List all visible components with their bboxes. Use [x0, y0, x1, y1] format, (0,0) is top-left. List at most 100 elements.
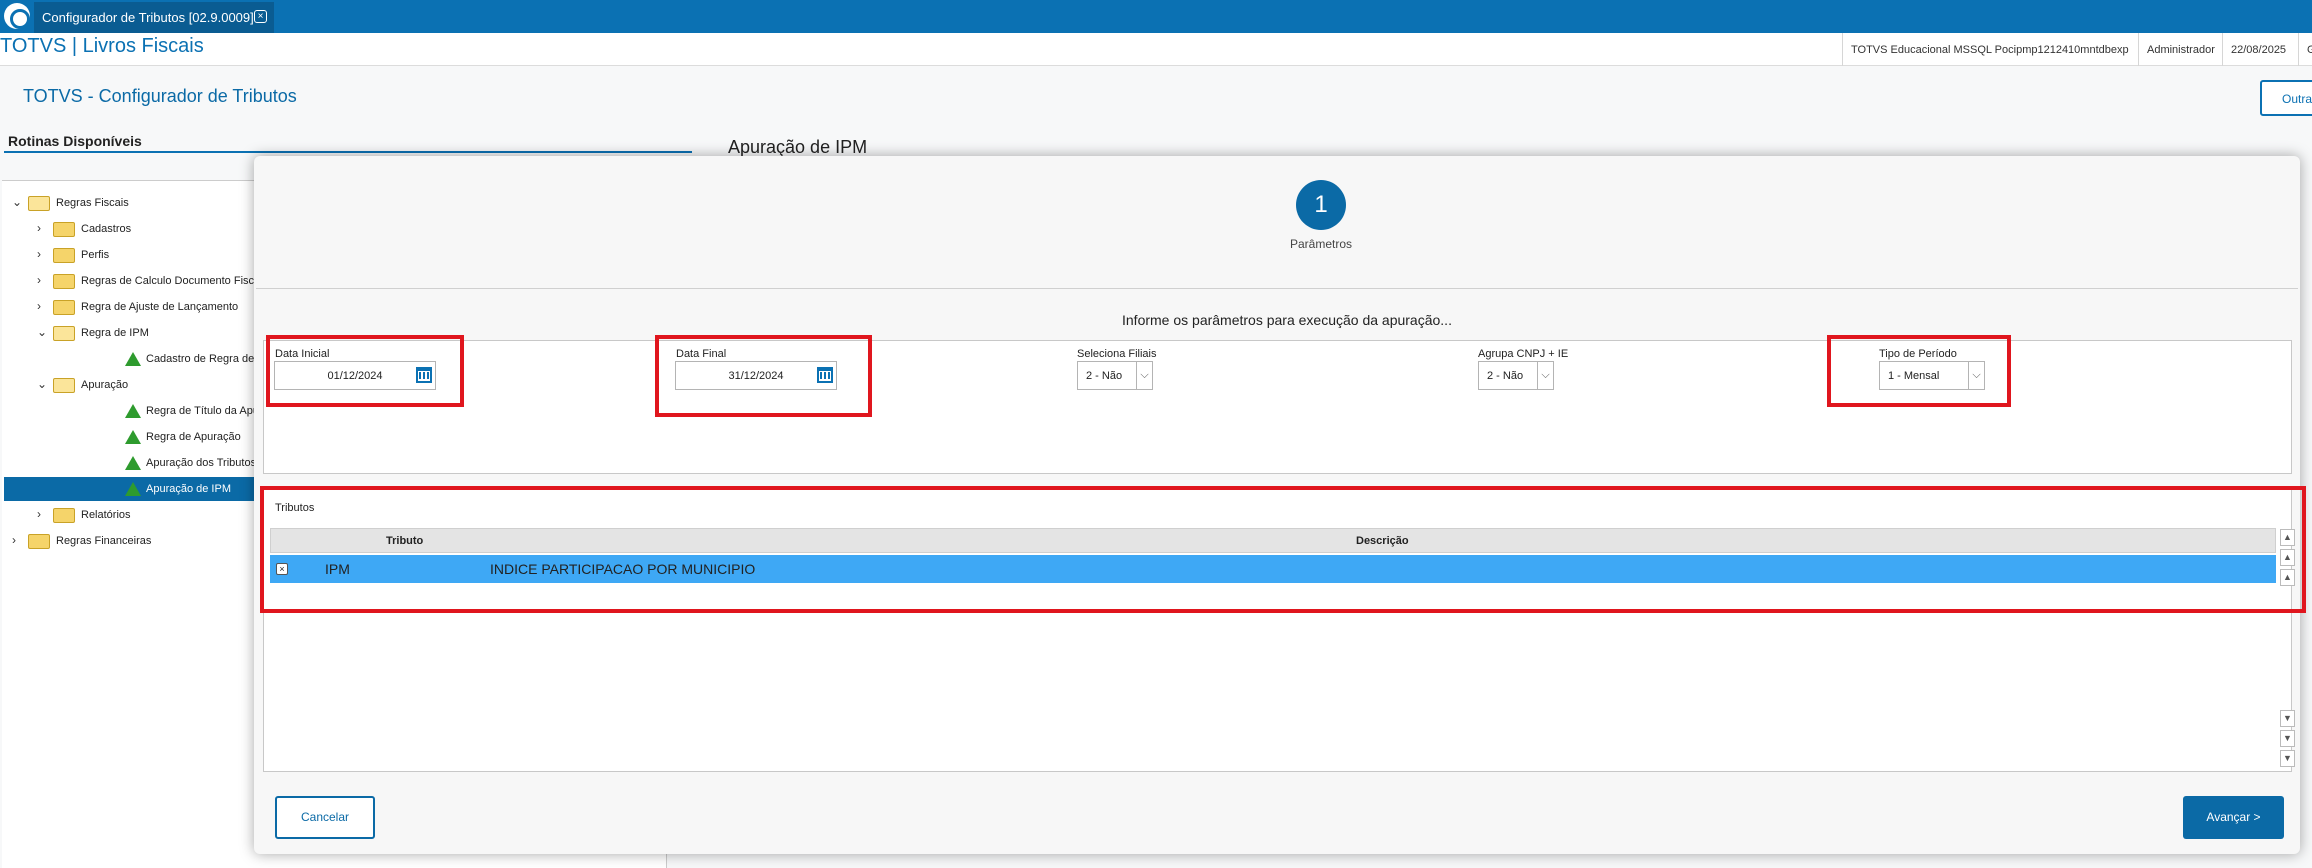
chevron-right-icon[interactable]: ›: [37, 273, 47, 287]
chevron-down-icon[interactable]: ⌄: [37, 325, 47, 339]
column-header-tributo[interactable]: Tributo: [386, 535, 423, 547]
user-info: Administrador: [2138, 33, 2223, 66]
calendar-icon[interactable]: [817, 367, 833, 383]
header-extra: G: [2298, 33, 2312, 66]
tree-item[interactable]: › Regras Financeiras: [0, 529, 254, 553]
data-inicial-field[interactable]: 01/12/2024: [274, 361, 436, 390]
data-final-label: Data Final: [676, 348, 727, 360]
agrupa-cnpj-value: 2 - Não: [1487, 370, 1524, 382]
tree-item[interactable]: › Perfis: [0, 243, 254, 267]
agrupa-cnpj-label: Agrupa CNPJ + IE: [1478, 348, 1569, 360]
page-title: TOTVS - Configurador de Tributos: [23, 86, 297, 106]
wizard-subtitle: Informe os parâmetros para execução da a…: [1122, 312, 1452, 328]
outras-button[interactable]: Outras: [2260, 80, 2312, 116]
tree-item-label: Cadastros: [81, 223, 132, 235]
data-inicial-value: 01/12/2024: [327, 370, 383, 382]
window-tab[interactable]: Configurador de Tributos [02.9.0009] ×: [34, 2, 274, 33]
data-final-field[interactable]: 31/12/2024: [675, 361, 837, 390]
folder-open-icon: [53, 378, 75, 393]
tree-item-label: Regras de Calculo Documento Fiscal: [81, 275, 263, 287]
scroll-top-icon[interactable]: ▲: [2280, 529, 2295, 546]
chevron-down-icon[interactable]: ⌵: [1136, 362, 1152, 389]
seleciona-filiais-value: 2 - Não: [1086, 370, 1123, 382]
folder-open-icon: [53, 326, 75, 341]
totvs-logo-icon[interactable]: [4, 3, 30, 29]
tree-item-label: Regras Financeiras: [56, 535, 152, 547]
folder-open-icon: [28, 196, 50, 211]
chevron-right-icon[interactable]: ›: [37, 299, 47, 313]
tree-item[interactable]: › Regras de Calculo Documento Fiscal: [0, 269, 263, 293]
sidebar-title: Rotinas Disponíveis: [8, 133, 142, 149]
tree-item-label: Perfis: [81, 249, 110, 261]
scroll-page-up-icon[interactable]: ▲: [2280, 569, 2295, 586]
folder-icon: [53, 248, 75, 263]
cancel-button[interactable]: Cancelar: [275, 796, 375, 839]
tree-item-label: Apuração de IPM: [146, 483, 231, 495]
tree-item-label: Relatórios: [81, 509, 131, 521]
tree-item-label: Regra de IPM: [81, 327, 149, 339]
scroll-up-icon[interactable]: ▲: [2280, 549, 2295, 566]
tipo-periodo-value: 1 - Mensal: [1888, 370, 1940, 382]
step-indicator: 1: [1296, 180, 1346, 230]
chevron-right-icon[interactable]: ›: [37, 247, 47, 261]
scroll-bottom-icon[interactable]: ▼: [2280, 750, 2295, 767]
sidebar-title-underline: [4, 151, 692, 153]
tree-item[interactable]: › Regra de Ajuste de Lançamento: [0, 295, 254, 319]
triangle-icon: [125, 482, 141, 496]
agrupa-cnpj-select[interactable]: 2 - Não ⌵: [1478, 361, 1554, 390]
data-inicial-label: Data Inicial: [275, 348, 330, 360]
folder-icon: [53, 300, 75, 315]
data-final-value: 31/12/2024: [728, 370, 784, 382]
step-label: Parâmetros: [1290, 237, 1353, 251]
seleciona-filiais-label: Seleciona Filiais: [1077, 348, 1157, 360]
tree-item[interactable]: › Cadastros: [0, 217, 254, 241]
table-row[interactable]: × IPM INDICE PARTICIPACAO POR MUNICIPIO: [270, 555, 2276, 583]
folder-icon: [53, 274, 75, 289]
chevron-down-icon[interactable]: ⌄: [12, 195, 22, 209]
window-tab-bar: [0, 0, 2312, 33]
chevron-right-icon[interactable]: ›: [12, 533, 22, 547]
tree-item[interactable]: Cadastro de Regra de IPM: [0, 347, 277, 371]
divider: [256, 288, 2298, 289]
tipo-periodo-label: Tipo de Período: [1879, 348, 1957, 360]
tree-item-label: Regra de Apuração: [146, 431, 241, 443]
row-checkbox-icon[interactable]: ×: [276, 563, 288, 575]
column-header-descricao[interactable]: Descrição: [1356, 535, 1409, 547]
tree-item[interactable]: › Relatórios: [0, 503, 254, 527]
app-title: TOTVS | Livros Fiscais: [0, 35, 204, 57]
apuracao-page-title: Apuração de IPM: [728, 137, 868, 157]
environment-info: TOTVS Educacional MSSQL Pocipmp1212410mn…: [1842, 33, 2137, 66]
tipo-periodo-select[interactable]: 1 - Mensal ⌵: [1879, 361, 1985, 390]
folder-icon: [28, 534, 50, 549]
triangle-icon: [125, 352, 141, 366]
chevron-down-icon[interactable]: ⌄: [37, 377, 47, 391]
tree-item[interactable]: Apuração de IPM: [4, 477, 254, 501]
scroll-page-down-icon[interactable]: ▼: [2280, 710, 2295, 727]
grid-header: Tributo Descrição: [270, 528, 2276, 553]
date-info: 22/08/2025: [2222, 33, 2294, 66]
tributos-label: Tributos: [275, 502, 315, 514]
window-tab-title: Configurador de Tributos [02.9.0009]: [42, 10, 254, 25]
tree-item[interactable]: Apuração dos Tributos Genéricos: [0, 451, 309, 475]
tree-item[interactable]: ⌄ Apuração: [0, 373, 254, 397]
tree-item[interactable]: ⌄ Regras Fiscais: [0, 191, 254, 215]
cell-tributo: IPM: [325, 561, 350, 577]
folder-icon: [53, 222, 75, 237]
tree-item[interactable]: Regra de Apuração: [0, 425, 254, 449]
cell-descricao: INDICE PARTICIPACAO POR MUNICIPIO: [490, 561, 756, 577]
chevron-right-icon[interactable]: ›: [37, 221, 47, 235]
seleciona-filiais-select[interactable]: 2 - Não ⌵: [1077, 361, 1153, 390]
chevron-down-icon[interactable]: ⌵: [1968, 362, 1984, 389]
tree-item[interactable]: Regra de Título da Apuração: [0, 399, 286, 423]
scroll-down-icon[interactable]: ▼: [2280, 730, 2295, 747]
tree-item-label: Regra de Ajuste de Lançamento: [81, 301, 239, 313]
chevron-down-icon[interactable]: ⌵: [1537, 362, 1553, 389]
triangle-icon: [125, 404, 141, 418]
chevron-right-icon[interactable]: ›: [37, 507, 47, 521]
calendar-icon[interactable]: [416, 367, 432, 383]
tree-item-label: Regras Fiscais: [56, 197, 129, 209]
next-button[interactable]: Avançar >: [2183, 796, 2284, 839]
tree-item[interactable]: ⌄ Regra de IPM: [0, 321, 254, 345]
triangle-icon: [125, 456, 141, 470]
close-icon[interactable]: ×: [254, 10, 267, 23]
